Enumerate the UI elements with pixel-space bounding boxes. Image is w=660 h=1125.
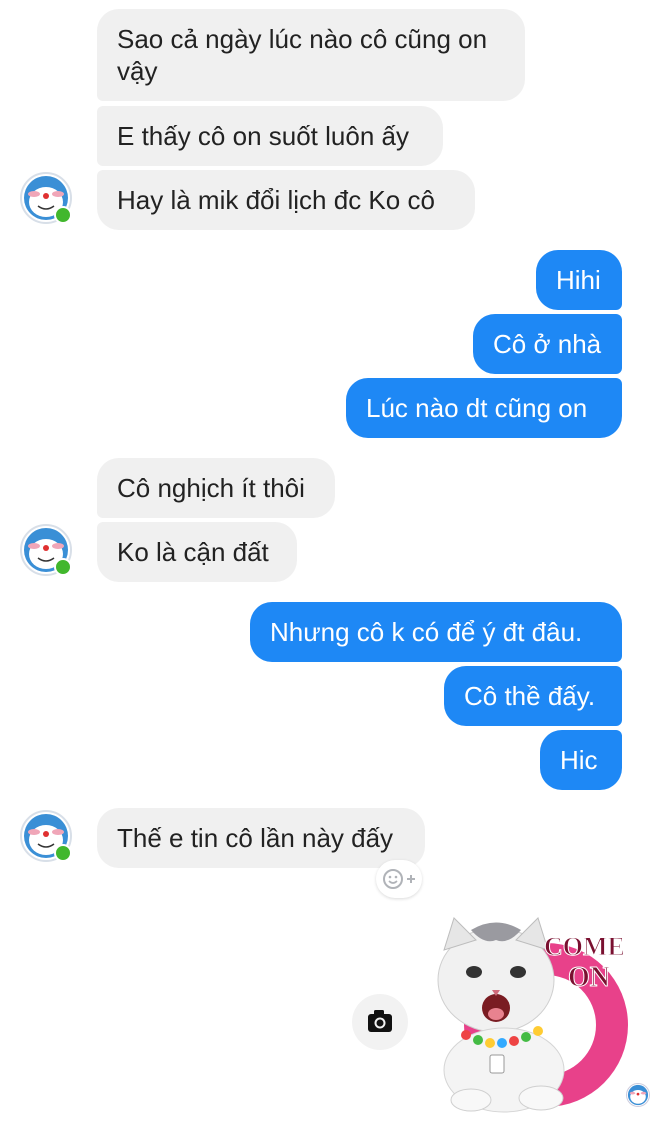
online-indicator (54, 844, 72, 862)
message-text: Hic (560, 745, 598, 775)
outgoing-message[interactable]: Lúc nào dt cũng on (346, 378, 622, 438)
add-reaction-icon (383, 869, 415, 889)
message-text: Thế e tin cô lần này đấy (117, 823, 394, 853)
doraemon-avatar-icon[interactable] (20, 524, 72, 576)
incoming-message[interactable]: Ko là cận đất (97, 522, 297, 582)
message-text: Cô nghịch ít thôi (117, 473, 305, 503)
incoming-message[interactable]: Cô nghịch ít thôi (97, 458, 335, 518)
online-indicator (54, 206, 72, 224)
cat-sticker-image: COME ON (437, 917, 628, 1113)
incoming-message[interactable]: Thế e tin cô lần này đấy (97, 808, 425, 868)
message-text: Sao cả ngày lúc nào cô cũng on (117, 24, 488, 54)
camera-icon (368, 1010, 392, 1032)
message-text: vậy (117, 56, 158, 86)
outgoing-message[interactable]: Hihi (536, 250, 622, 310)
outgoing-message[interactable]: Cô ở nhà (473, 314, 622, 374)
sticker-text-come: COME (544, 932, 625, 961)
incoming-message[interactable]: Sao cả ngày lúc nào cô cũng on vậy (97, 9, 525, 101)
message-text: Hay là mik đổi lịch đc Ko cô (117, 185, 435, 215)
message-text: Lúc nào dt cũng on (366, 393, 588, 423)
outgoing-message[interactable]: Nhưng cô k có để ý đt đâu. (250, 602, 622, 662)
cat-sticker[interactable]: COME ON (426, 910, 636, 1115)
message-text: Nhưng cô k có để ý đt đâu. (270, 617, 583, 647)
doraemon-avatar-icon[interactable] (20, 172, 72, 224)
message-text: Cô thề đấy. (464, 681, 596, 711)
incoming-message[interactable]: E thấy cô on suốt luôn ấy (97, 106, 443, 166)
outgoing-message[interactable]: Cô thề đấy. (444, 666, 622, 726)
add-reaction-button[interactable] (376, 860, 422, 898)
message-text: E thấy cô on suốt luôn ấy (117, 121, 409, 151)
seen-avatar-icon (626, 1083, 650, 1107)
message-text: Ko là cận đất (117, 537, 269, 567)
online-indicator (54, 558, 72, 576)
doraemon-avatar-icon[interactable] (20, 810, 72, 862)
outgoing-message[interactable]: Hic (540, 730, 622, 790)
camera-button[interactable] (352, 994, 408, 1050)
sticker-text-on: ON (568, 962, 610, 993)
incoming-message[interactable]: Hay là mik đổi lịch đc Ko cô (97, 170, 475, 230)
message-text: Hihi (556, 265, 601, 295)
message-text: Cô ở nhà (493, 329, 602, 359)
